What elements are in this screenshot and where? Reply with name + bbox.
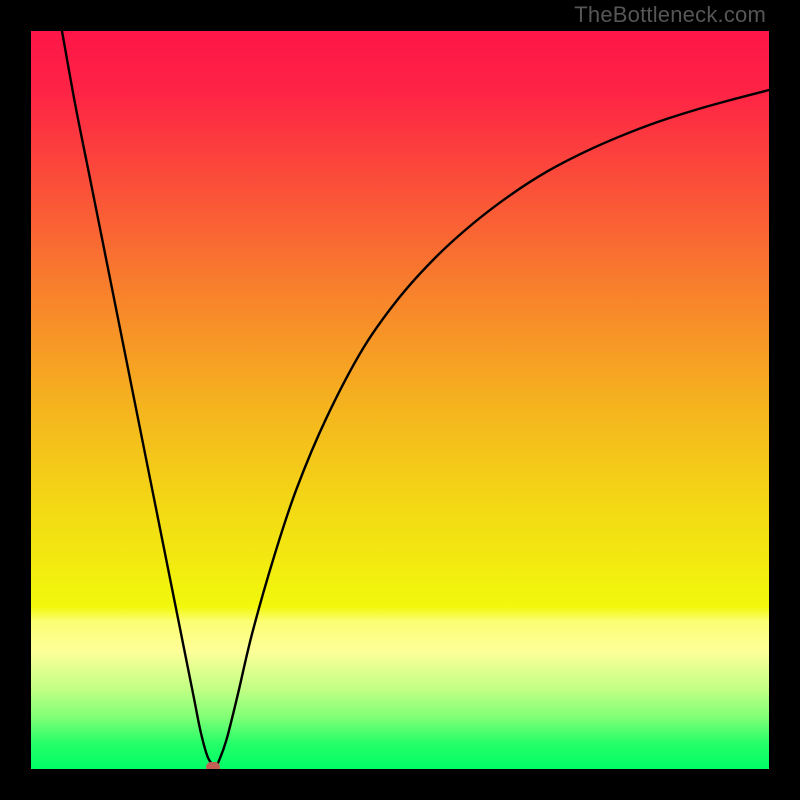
bottleneck-curve	[31, 31, 769, 769]
minimum-marker	[206, 762, 220, 769]
watermark-text: TheBottleneck.com	[574, 2, 766, 28]
chart-plot-area	[31, 31, 769, 769]
